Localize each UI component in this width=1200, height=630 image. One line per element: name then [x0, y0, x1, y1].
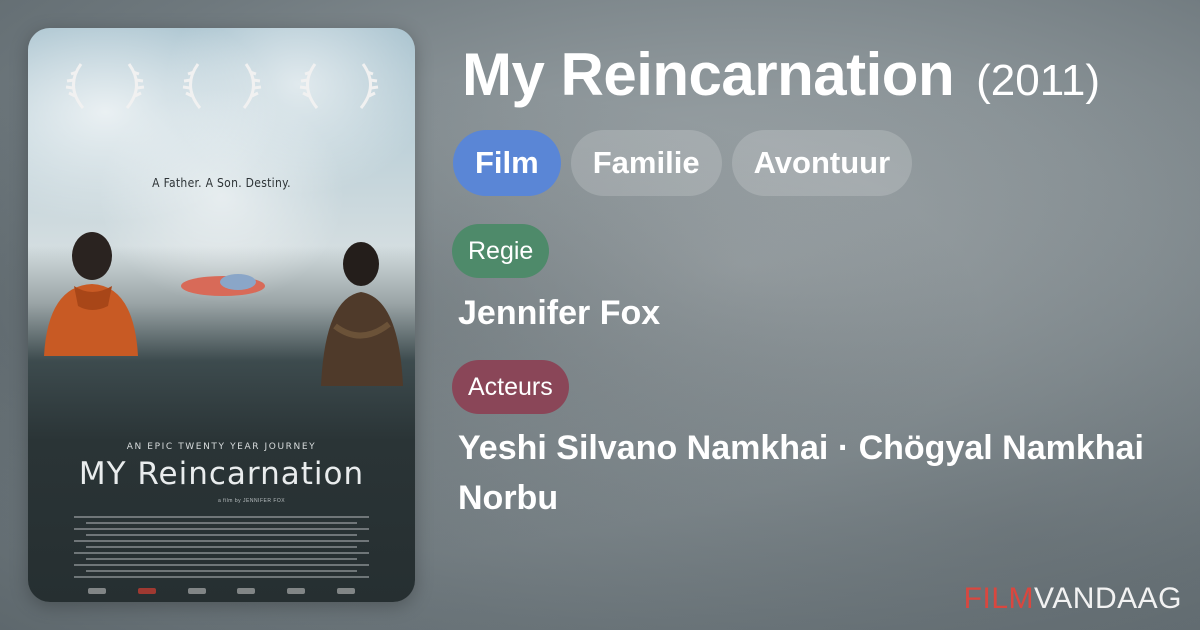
- director-label: Regie: [452, 224, 550, 278]
- poster-title: MY Reincarnation: [78, 456, 365, 492]
- poster-reclining-figure: [181, 274, 265, 296]
- poster-subtitle: AN EPIC TWENTY YEAR JOURNEY: [126, 442, 317, 452]
- laurel-icon: [176, 58, 268, 114]
- actors-names[interactable]: Yeshi Silvano Namkhai · Chögyal Namkhai …: [458, 423, 1158, 523]
- movie-poster[interactable]: A Father. A Son. Destiny. AN EPIC TWENTY…: [28, 28, 415, 602]
- brand-logo[interactable]: FILMVANDAAG: [964, 582, 1182, 616]
- title-row: My Reincarnation (2011): [462, 40, 1192, 109]
- poster-laurels: [28, 58, 415, 114]
- poster-tagline: A Father. A Son. Destiny.: [152, 176, 291, 190]
- poster-figure-son: [321, 242, 403, 386]
- brand-logo-film: FILM: [963, 582, 1035, 615]
- genre-tag-avontuur[interactable]: Avontuur: [731, 130, 913, 196]
- actors-label: Acteurs: [452, 360, 569, 414]
- director-name[interactable]: Jennifer Fox: [458, 288, 660, 338]
- movie-title: My Reincarnation: [462, 41, 955, 108]
- poster-credit: a film by JENNIFER FOX: [218, 498, 286, 504]
- poster-figure-father: [44, 232, 138, 356]
- movie-year: (2011): [976, 56, 1101, 105]
- genre-list: Film Familie Avontuur: [453, 130, 913, 196]
- poster-credit-block: [68, 512, 375, 582]
- genre-tag-familie[interactable]: Familie: [570, 130, 722, 196]
- brand-logo-vandaag: VANDAAG: [1034, 582, 1182, 615]
- poster-logos: [88, 588, 355, 594]
- genre-tag-film[interactable]: Film: [453, 130, 561, 196]
- laurel-icon: [59, 58, 151, 114]
- laurel-icon: [293, 58, 385, 114]
